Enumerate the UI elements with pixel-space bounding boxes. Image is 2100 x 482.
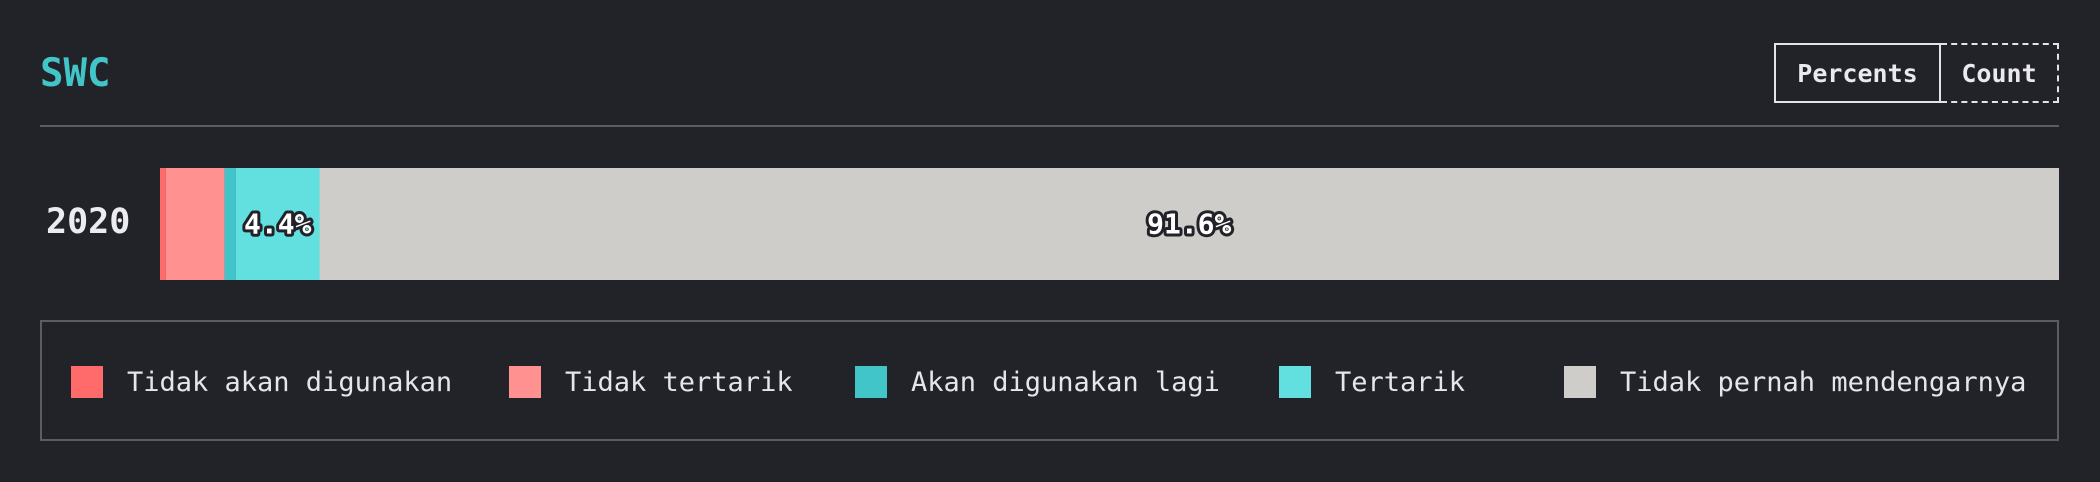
legend-label: Tidak tertarik xyxy=(565,366,793,398)
legend-swatch xyxy=(1279,366,1311,398)
legend-swatch xyxy=(855,366,887,398)
stacked-bar-chart: 4.4% 91.6% xyxy=(160,168,2059,280)
legend-label: Tidak pernah mendengarnya xyxy=(1620,366,2027,398)
legend-item[interactable]: Tidak tertarik xyxy=(509,366,793,398)
bar-segment-2[interactable] xyxy=(165,168,225,280)
legend-item[interactable]: Tertarik xyxy=(1279,366,1465,398)
legend-swatch xyxy=(509,366,541,398)
legend-label: Akan digunakan lagi xyxy=(911,366,1220,398)
legend-item[interactable]: Tidak akan digunakan xyxy=(71,366,452,398)
legend-item[interactable]: Tidak pernah mendengarnya xyxy=(1564,366,2026,398)
legend-item[interactable]: Akan digunakan lagi xyxy=(855,366,1220,398)
bar-segment-1[interactable] xyxy=(160,168,166,280)
legend-swatch xyxy=(1564,366,1596,398)
bar-segment-3[interactable] xyxy=(224,168,236,280)
legend-swatch xyxy=(71,366,103,398)
legend-label: Tidak akan digunakan xyxy=(127,366,453,398)
data-label-1: 4.4% xyxy=(244,208,312,241)
data-label-2: 91.6% xyxy=(1147,208,1231,241)
legend-label: Tertarik xyxy=(1335,366,1466,398)
chart-panel: SWC Percents Count 2020 4.4% 91.6% Tidak … xyxy=(0,0,2100,482)
legend: Tidak akan digunakan Tidak tertarik Akan d… xyxy=(40,320,2059,441)
